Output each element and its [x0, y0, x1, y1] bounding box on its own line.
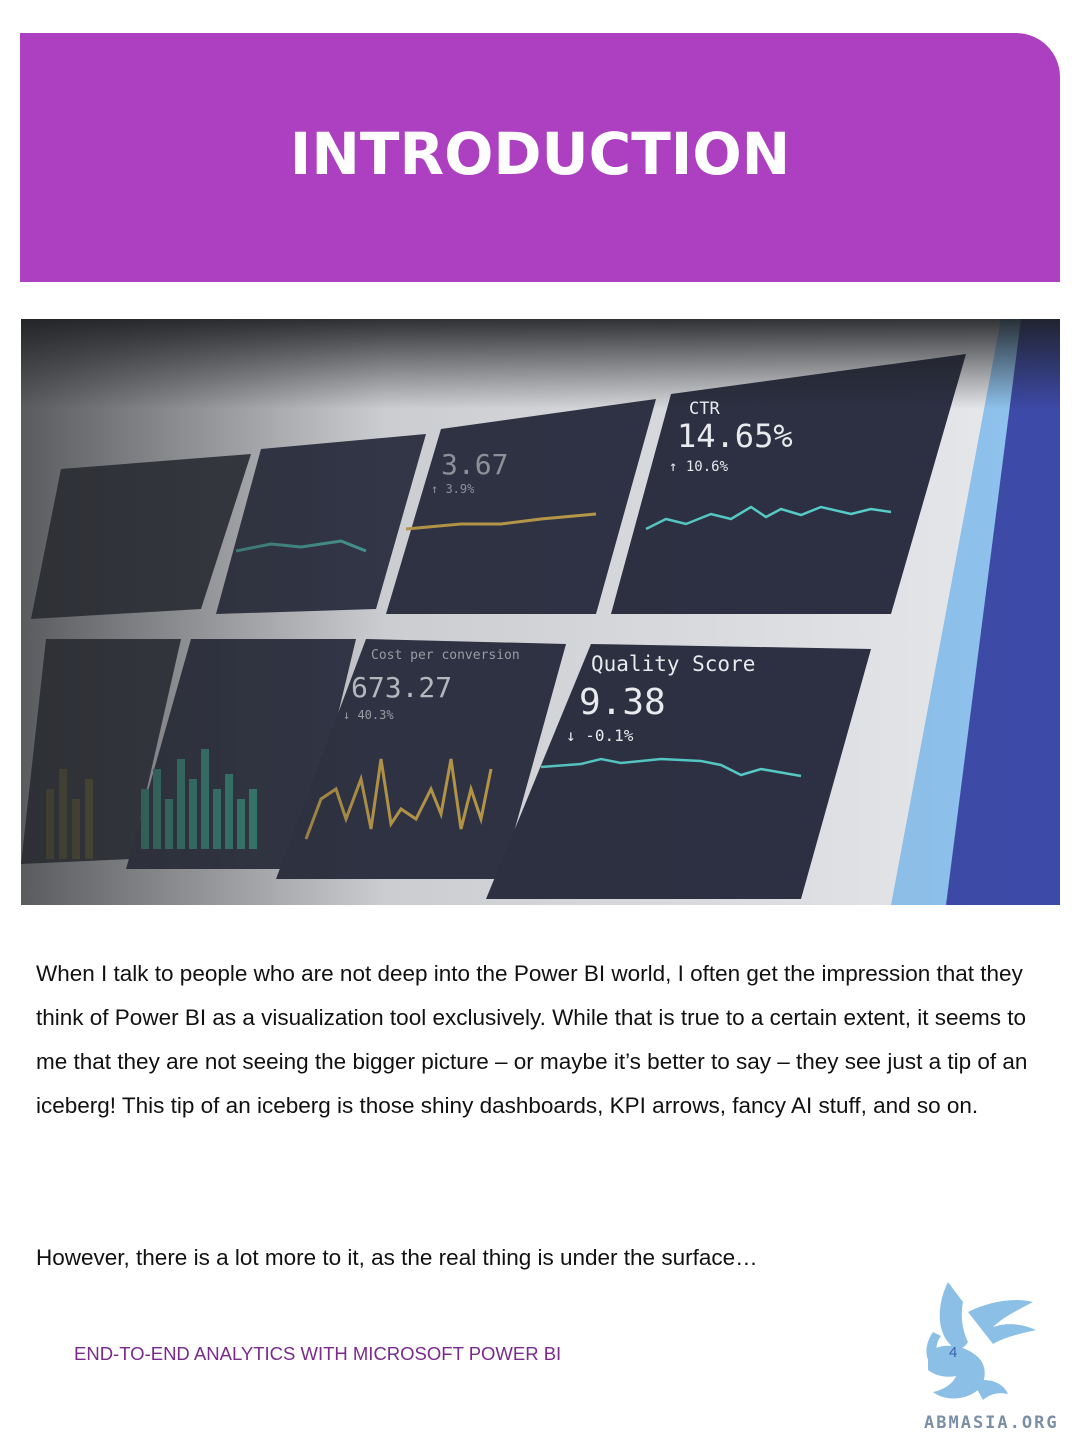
page-title: INTRODUCTION	[289, 119, 791, 188]
body-paragraph: However, there is a lot more to it, as t…	[36, 1245, 758, 1270]
tile-delta: ↑ 3.9%	[431, 482, 475, 496]
logo-wordmark: ABMASIA.ORG	[924, 1413, 1059, 1433]
tile-label: CTR	[689, 399, 720, 419]
tile-value: 3.67	[441, 448, 508, 481]
tile-value: 673.27	[351, 671, 452, 704]
tile-label: Cost per conversion	[371, 648, 520, 663]
page-number: 4	[949, 1344, 958, 1361]
tile-label: Quality Score	[591, 652, 755, 676]
tile-delta: ↑ 10.6%	[669, 459, 729, 475]
dashboard-photo: CTR 14.65% ↑ 10.6% Cost per conversion 6…	[21, 319, 1060, 905]
tile-delta: ↓ 40.3%	[343, 708, 394, 722]
tile-value: 14.65%	[677, 417, 793, 455]
body-paragraph: When I talk to people who are not deep i…	[36, 961, 1028, 1118]
tile-delta: ↓ -0.1%	[566, 726, 634, 745]
tile-value: 9.38	[579, 682, 666, 723]
title-banner: INTRODUCTION	[20, 33, 1060, 282]
footer-book-title: END-TO-END ANALYTICS WITH MICROSOFT POWE…	[74, 1343, 562, 1364]
